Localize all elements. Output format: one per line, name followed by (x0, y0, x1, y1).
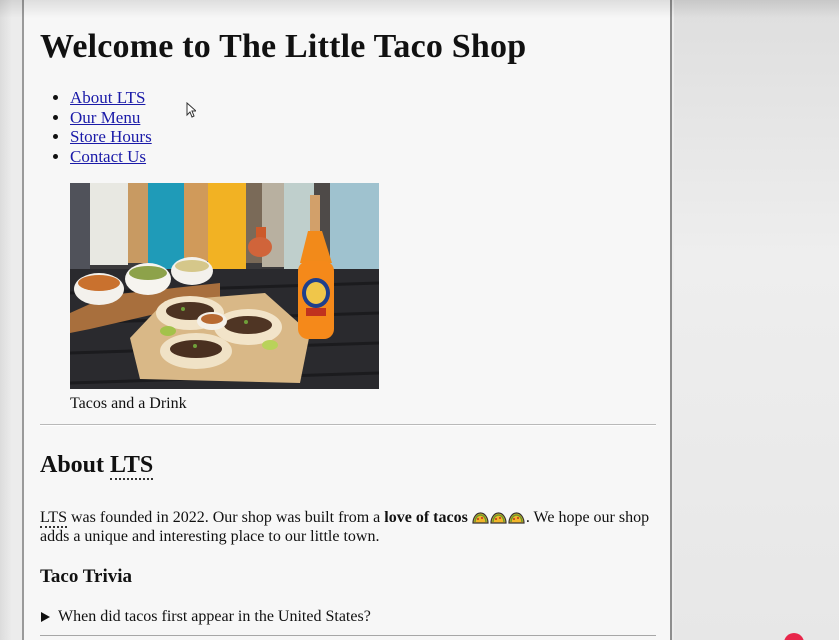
nav-link-hours[interactable]: Store Hours (70, 127, 152, 146)
nav-item-menu: Our Menu (70, 108, 152, 128)
nav-item-contact: Contact Us (70, 147, 152, 167)
side-panel (674, 0, 839, 640)
taco-icon (490, 512, 507, 524)
taco-icon (472, 512, 489, 524)
nav-list: About LTS Our Menu Store Hours Contact U… (40, 88, 152, 166)
trivia-summary[interactable]: When did tacos first appear in the Unite… (40, 608, 656, 626)
nav-link-contact[interactable]: Contact Us (70, 147, 146, 166)
screen: Welcome to The Little Taco Shop About LT… (0, 0, 839, 640)
tacos-photo (70, 183, 379, 389)
nav-item-about: About LTS (70, 88, 152, 108)
nav-item-hours: Store Hours (70, 127, 152, 147)
figure-caption: Tacos and a Drink (70, 395, 187, 412)
bottom-divider (40, 635, 656, 636)
browser-page: Welcome to The Little Taco Shop About LT… (22, 0, 672, 640)
nav-link-about[interactable]: About LTS (70, 88, 145, 107)
page-title: Welcome to The Little Taco Shop (40, 28, 527, 65)
taco-figure: Tacos and a Drink (70, 183, 379, 413)
about-heading: About LTS (40, 452, 154, 480)
about-text-bold: love of tacos (384, 509, 468, 526)
about-heading-abbr[interactable]: LTS (110, 452, 154, 480)
about-text-part1: was founded in 2022. Our shop was built … (66, 509, 385, 526)
trivia-details[interactable]: When did tacos first appear in the Unite… (40, 608, 656, 626)
nav-link-menu[interactable]: Our Menu (70, 108, 140, 127)
trivia-heading: Taco Trivia (40, 566, 133, 587)
about-heading-prefix: About (40, 452, 111, 478)
tacos-photo-illustration (70, 183, 379, 389)
about-paragraph: LTS was founded in 2022. Our shop was bu… (40, 508, 650, 546)
taco-icon (508, 512, 525, 524)
arrow-cursor-icon (186, 102, 196, 118)
about-text-abbr[interactable]: LTS (40, 509, 67, 528)
triangle-right-icon (41, 612, 50, 622)
section-divider (40, 424, 656, 426)
trivia-question: When did tacos first appear in the Unite… (58, 608, 371, 625)
